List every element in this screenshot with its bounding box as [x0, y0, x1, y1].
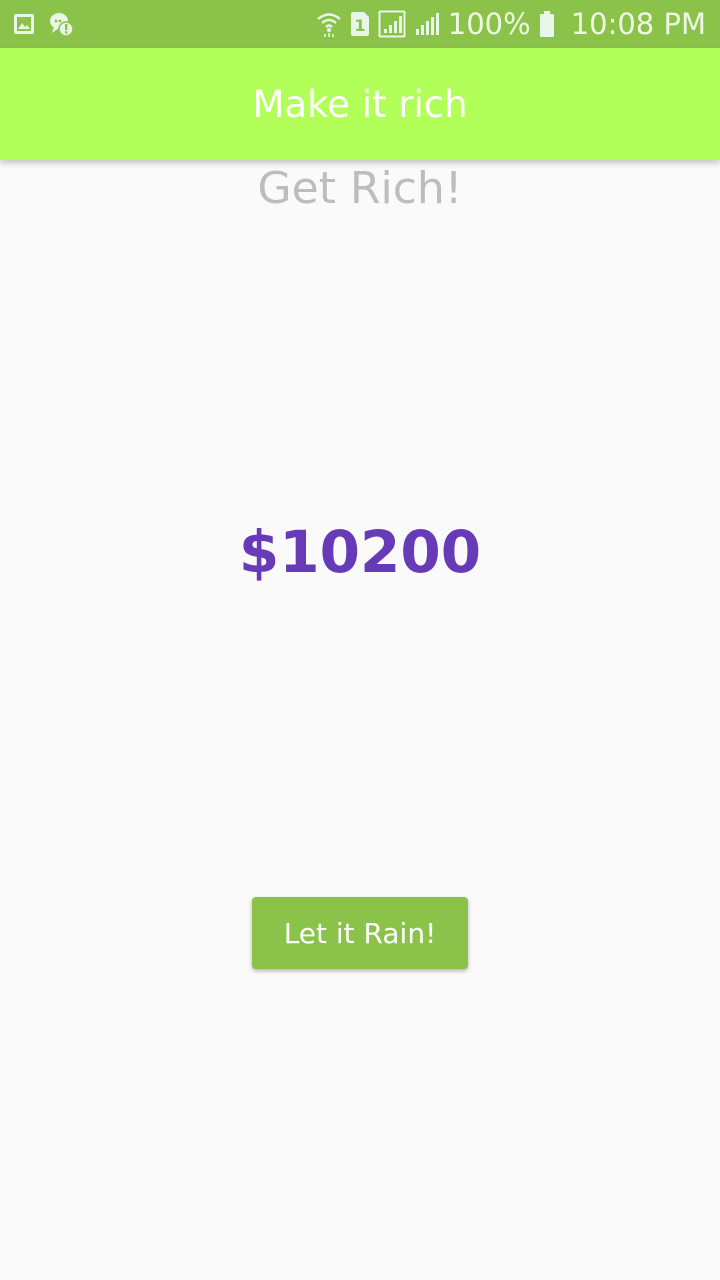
app-title: Make it rich — [252, 82, 468, 126]
sim-slot-label: 1 — [354, 16, 365, 35]
system-icons: 1 100% 10:08 PM — [316, 0, 706, 48]
sim-1-icon: 1 — [350, 11, 370, 37]
signal-outline-icon — [378, 10, 406, 38]
chat-alert-icon — [48, 11, 74, 37]
gallery-icon — [12, 12, 36, 36]
notification-icons — [12, 0, 74, 48]
clock: 10:08 PM — [570, 7, 706, 41]
let-it-rain-button[interactable]: Let it Rain! — [252, 897, 468, 969]
battery-icon — [539, 10, 555, 38]
battery-percent: 100% — [447, 7, 531, 41]
money-amount: $10200 — [238, 518, 482, 586]
app-bar: Make it rich — [0, 48, 720, 160]
wifi-icon — [316, 10, 342, 38]
subtitle: Get Rich! — [257, 163, 463, 214]
status-bar: 1 100% 10:08 PM — [0, 0, 720, 48]
signal-icon — [414, 11, 440, 37]
